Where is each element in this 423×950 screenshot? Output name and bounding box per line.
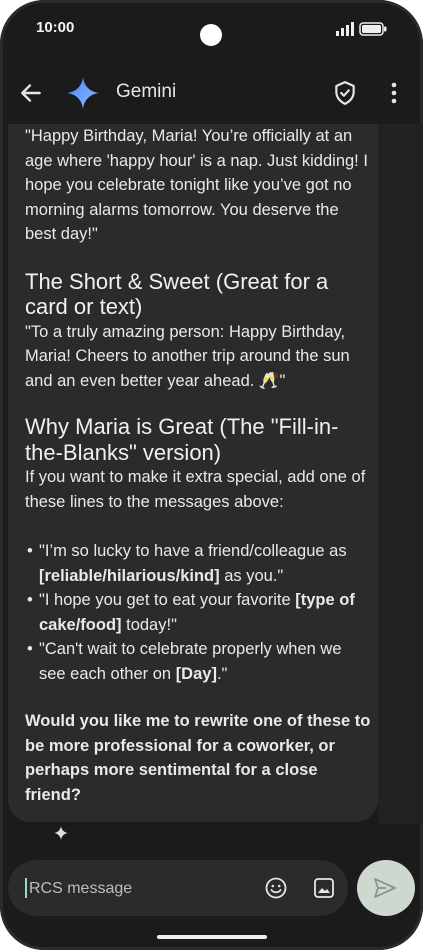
list-item-text: "I’m so lucky to have a friend/colleague… — [39, 542, 347, 560]
message-input[interactable] — [27, 874, 231, 904]
message-content: "Happy Birthday, Maria! You’re officiall… — [25, 124, 371, 807]
home-indicator[interactable] — [157, 935, 267, 939]
phone-screen: 10:00 Gemini "Happy Birthday, Maria! You… — [0, 0, 423, 950]
send-icon — [374, 878, 396, 898]
list-item-placeholder: [Day] — [175, 664, 217, 683]
gemini-small-sparkle-icon — [54, 826, 68, 840]
status-bar: 10:00 — [0, 0, 423, 58]
more-vert-icon[interactable] — [383, 80, 405, 106]
section-heading-short-sweet: The Short & Sweet (Great for a card or t… — [25, 268, 329, 320]
battery-icon — [359, 22, 387, 36]
chat-background — [378, 124, 423, 824]
closing-question: Would you like me to rewrite one of thes… — [25, 712, 371, 804]
why-great-intro: If you want to make it extra special, ad… — [25, 468, 366, 511]
short-sweet-paragraph: "To a truly amazing person: Happy Birthd… — [25, 322, 350, 390]
section-heading-why-great: Why Maria is Great (The "Fill-in-the-Bla… — [25, 414, 339, 465]
intro-paragraph: "Happy Birthday, Maria! You’re officiall… — [25, 127, 368, 243]
signal-icon — [336, 22, 354, 36]
gemini-sparkle-icon — [67, 77, 99, 109]
list-item: "I’m so lucky to have a friend/colleague… — [25, 539, 371, 588]
list-item: "I hope you get to eat your favorite [ty… — [25, 588, 371, 637]
status-time: 10:00 — [36, 19, 75, 36]
emoji-icon[interactable] — [264, 876, 288, 900]
front-camera — [200, 24, 222, 46]
list-item-text: "I hope you get to eat your favorite — [39, 591, 296, 609]
app-header: Gemini — [0, 64, 423, 124]
list-item-text: today!" — [121, 615, 177, 634]
suggestion-list: "I’m so lucky to have a friend/colleague… — [25, 539, 371, 686]
image-icon[interactable] — [312, 876, 336, 900]
arrow-left-icon[interactable] — [18, 80, 44, 106]
send-button[interactable] — [357, 860, 415, 916]
message-composer — [8, 860, 348, 916]
list-item-placeholder: [reliable/hilarious/kind] — [39, 566, 220, 585]
list-item-text: as you." — [219, 566, 284, 585]
list-item: "Can't wait to celebrate properly when w… — [25, 637, 371, 686]
list-item-text: ." — [216, 664, 228, 683]
shield-check-icon[interactable] — [332, 80, 358, 106]
page-title: Gemini — [116, 81, 177, 102]
message-bubble: "Happy Birthday, Maria! You’re officiall… — [8, 124, 378, 822]
